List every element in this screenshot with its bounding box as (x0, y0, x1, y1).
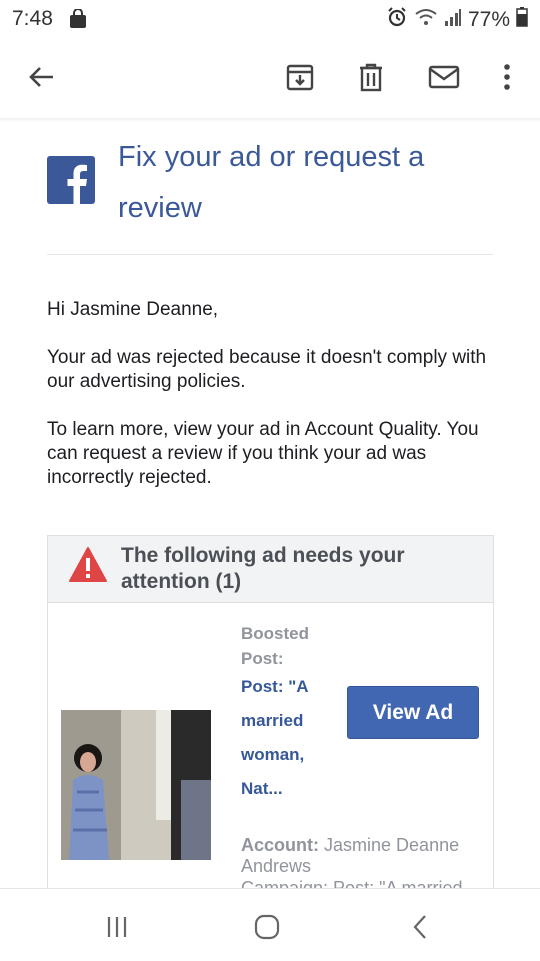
home-icon[interactable] (247, 907, 287, 947)
view-ad-button[interactable]: View Ad (347, 686, 479, 739)
rejection-paragraph: Your ad was rejected because it doesn't … (47, 347, 487, 392)
toolbar-divider (0, 118, 540, 122)
attention-card: The following ad needs your attention (1… (47, 535, 494, 936)
battery-icon (516, 7, 528, 33)
learn-more-paragraph: To learn more, view your ad in Account Q… (47, 419, 479, 488)
back-icon[interactable] (400, 907, 440, 947)
more-options-icon[interactable] (487, 57, 527, 97)
wifi-icon (414, 7, 438, 33)
ad-type-label: Boosted Post: (241, 624, 309, 668)
delete-icon[interactable] (351, 57, 391, 97)
campaign-info: Campaign: Post: "A married (241, 878, 463, 888)
mail-toolbar (0, 42, 540, 112)
system-nav-bar (0, 888, 540, 961)
signal-icon (444, 7, 462, 33)
account-label: Account: (241, 835, 319, 855)
warning-triangle-icon (68, 546, 108, 589)
facebook-logo (47, 156, 95, 204)
header-divider (47, 254, 493, 255)
greeting-text: Hi Jasmine Deanne, (47, 299, 219, 320)
notification-bag-icon (69, 8, 87, 34)
recent-apps-icon[interactable] (97, 907, 137, 947)
email-headline: Fix your ad or request a review (118, 141, 425, 224)
archive-icon[interactable] (280, 57, 320, 97)
battery-percent: 77% (467, 8, 510, 31)
mark-unread-icon[interactable] (424, 57, 464, 97)
ad-image[interactable] (61, 710, 211, 860)
back-arrow-icon[interactable] (21, 57, 61, 97)
alarm-icon (386, 6, 408, 34)
status-bar: 7:48 77% (0, 0, 540, 38)
card-header: The following ad needs your attention (1… (48, 536, 493, 603)
card-header-title: The following ad needs your attention (1… (121, 544, 405, 593)
status-time: 7:48 (12, 7, 53, 30)
ad-post-text[interactable]: Post: "A married woman, Nat... (241, 670, 331, 806)
account-info: Account: Jasmine Deanne Andrews (241, 835, 481, 877)
